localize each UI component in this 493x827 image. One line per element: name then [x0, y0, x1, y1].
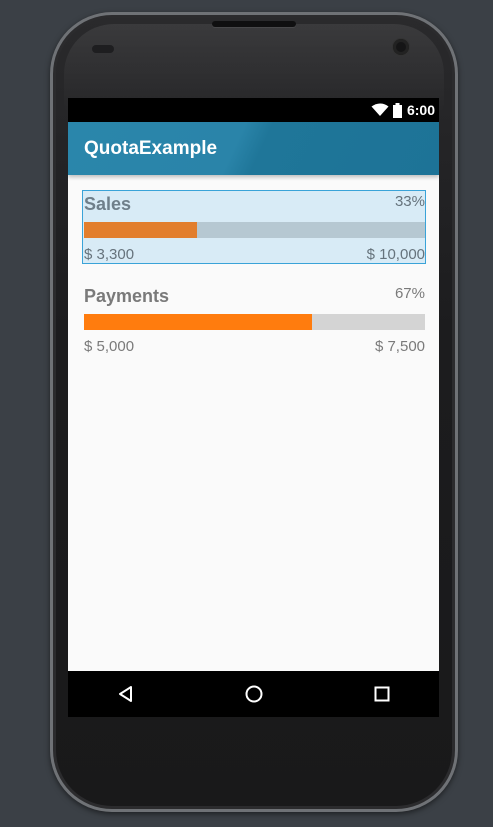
quota-progress-bar — [84, 314, 425, 330]
quota-card-sales[interactable]: Sales 33% $ 3,300 $ 10,000 — [82, 190, 426, 264]
quota-progress-fill — [84, 314, 313, 330]
quota-target-amount: $ 7,500 — [374, 338, 425, 355]
battery-icon — [392, 102, 402, 118]
wifi-icon — [371, 103, 389, 117]
quota-progress-bar — [84, 222, 425, 238]
quota-percent: 33% — [394, 193, 425, 210]
quota-progress-fill — [84, 222, 197, 238]
navigation-bar — [68, 671, 439, 717]
quota-current-amount: $ 3,300 — [84, 246, 135, 263]
status-bar: 6:00 — [68, 98, 439, 122]
app-title: QuotaExample — [84, 138, 218, 159]
status-time: 6:00 — [406, 102, 435, 118]
proximity-sensor — [92, 45, 114, 53]
back-icon[interactable] — [116, 684, 136, 704]
quota-title: Payments — [84, 286, 170, 306]
home-icon[interactable] — [244, 684, 264, 704]
front-camera — [393, 39, 409, 55]
recents-icon[interactable] — [372, 684, 392, 704]
earpiece-speaker — [212, 21, 296, 27]
quota-percent: 67% — [394, 285, 425, 302]
quota-current-amount: $ 5,000 — [84, 338, 135, 355]
quota-target-amount: $ 10,000 — [366, 246, 425, 263]
quota-card-payments[interactable]: Payments 67% $ 5,000 $ 7,500 — [83, 283, 425, 355]
device-screen: 6:00 QuotaExample Sales 33% $ 3,300 $ 10… — [68, 98, 439, 717]
quota-title: Sales — [84, 194, 132, 214]
app-bar: QuotaExample — [68, 122, 439, 175]
